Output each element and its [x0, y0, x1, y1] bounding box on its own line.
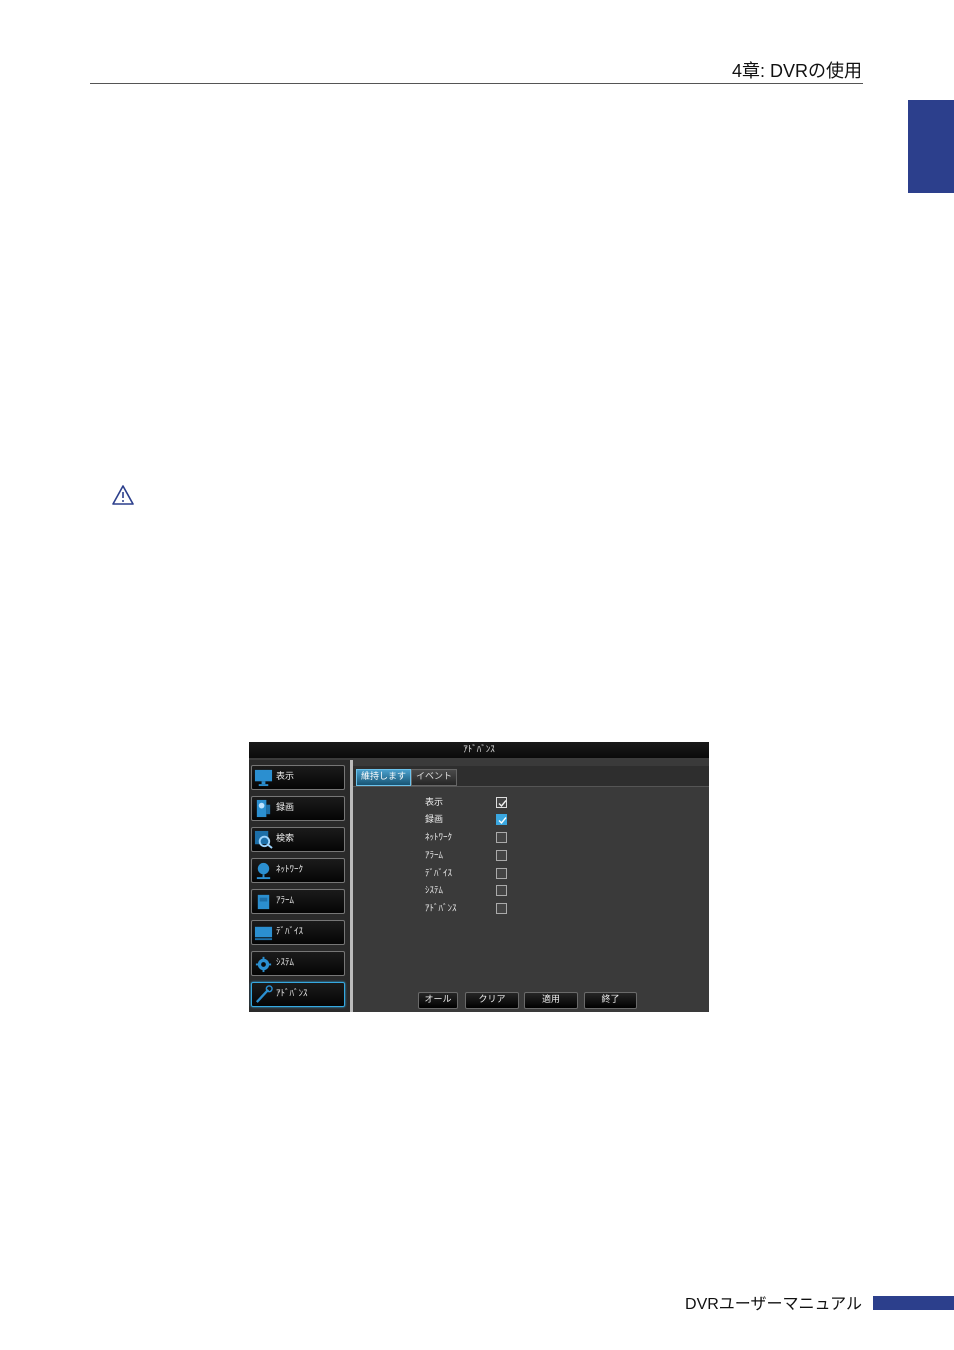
sidebar-item-label: ｱﾄﾞﾊﾞﾝｽ: [276, 989, 308, 999]
list-item: ｱﾄﾞﾊﾞﾝｽ: [353, 901, 709, 917]
tab-bar: 維持します イベント: [353, 766, 709, 787]
all-button[interactable]: オール: [418, 992, 458, 1009]
sidebar-item-label: 表示: [276, 772, 295, 782]
dvr-advanced-screenshot: ｱﾄﾞﾊﾞﾝｽ 表示 録画 検索 ﾈｯﾄﾜｰｸ ｱﾗｰﾑ ﾃﾞﾊﾞｲｽ ｼｽﾃﾑ: [249, 742, 709, 1012]
warning-icon: [112, 485, 134, 505]
sidebar-item-label: ﾃﾞﾊﾞｲｽ: [276, 927, 304, 937]
tab-event[interactable]: イベント: [411, 769, 458, 786]
exit-button[interactable]: 終了: [584, 992, 637, 1009]
sidebar-item-display[interactable]: 表示: [251, 765, 345, 790]
alarm-icon: [257, 894, 270, 910]
tab-maintain[interactable]: 維持します: [356, 769, 412, 786]
item-label: ｱﾗｰﾑ: [425, 851, 444, 861]
item-label: 録画: [425, 815, 444, 825]
list-item: ﾈｯﾄﾜｰｸ: [353, 830, 709, 846]
device-icon: [254, 926, 273, 941]
item-label: ﾃﾞﾊﾞｲｽ: [425, 869, 453, 879]
checkbox-network[interactable]: [496, 832, 507, 843]
footer-manual-title: DVRユーザーマニュアル: [685, 1296, 862, 1313]
list-item: 表示: [353, 795, 709, 811]
item-label: 表示: [425, 798, 444, 808]
chapter-side-tab: [908, 100, 954, 193]
sidebar-item-advanced[interactable]: ｱﾄﾞﾊﾞﾝｽ: [251, 982, 345, 1007]
network-icon: [256, 862, 271, 880]
dvr-main-panel: 維持します イベント 表示 録画 ﾈｯﾄﾜｰｸ ｱﾗｰﾑ ﾃﾞﾊﾞｲｽ ｼｽﾃﾑ…: [353, 760, 709, 1012]
item-label: ｱﾄﾞﾊﾞﾝｽ: [425, 904, 457, 914]
list-item: ｱﾗｰﾑ: [353, 848, 709, 864]
gear-icon: [255, 956, 272, 973]
sidebar-item-label: 検索: [276, 834, 295, 844]
list-item: 録画: [353, 812, 709, 828]
dvr-sidebar: 表示 録画 検索 ﾈｯﾄﾜｰｸ ｱﾗｰﾑ ﾃﾞﾊﾞｲｽ ｼｽﾃﾑ ｱﾄﾞﾊﾞﾝｽ: [249, 760, 350, 1012]
sidebar-item-device[interactable]: ﾃﾞﾊﾞｲｽ: [251, 920, 345, 945]
sidebar-item-record[interactable]: 録画: [251, 796, 345, 821]
sidebar-item-label: ﾈｯﾄﾜｰｸ: [276, 865, 304, 875]
sidebar-item-label: 録画: [276, 803, 295, 813]
record-icon: [256, 799, 271, 818]
wrench-icon: [255, 985, 273, 1003]
checkbox-device[interactable]: [496, 868, 507, 879]
check-icon: [498, 800, 507, 808]
list-item: ｼｽﾃﾑ: [353, 883, 709, 899]
checkbox-advanced[interactable]: [496, 903, 507, 914]
header-rule: [90, 83, 863, 84]
checkbox-system[interactable]: [496, 885, 507, 896]
check-icon: [498, 817, 507, 825]
list-item: ﾃﾞﾊﾞｲｽ: [353, 866, 709, 882]
footer-bar: [873, 1296, 954, 1310]
checkbox-record[interactable]: [496, 814, 507, 825]
item-label: ﾈｯﾄﾜｰｸ: [425, 833, 453, 843]
item-label: ｼｽﾃﾑ: [425, 886, 444, 896]
checkbox-display[interactable]: [496, 797, 507, 808]
sidebar-item-label: ｼｽﾃﾑ: [276, 958, 295, 968]
chapter-title: 4章: DVRの使用: [731, 61, 862, 81]
sidebar-item-search[interactable]: 検索: [251, 827, 345, 852]
sidebar-item-alarm[interactable]: ｱﾗｰﾑ: [251, 889, 345, 914]
search-icon: [254, 830, 273, 849]
sidebar-item-network[interactable]: ﾈｯﾄﾜｰｸ: [251, 858, 345, 883]
clear-button[interactable]: クリア: [465, 992, 519, 1009]
dvr-window-title: ｱﾄﾞﾊﾞﾝｽ: [249, 742, 709, 758]
sidebar-item-system[interactable]: ｼｽﾃﾑ: [251, 951, 345, 976]
apply-button[interactable]: 適用: [524, 992, 578, 1009]
checkbox-alarm[interactable]: [496, 850, 507, 861]
monitor-icon: [254, 769, 273, 787]
sidebar-item-label: ｱﾗｰﾑ: [276, 896, 295, 906]
